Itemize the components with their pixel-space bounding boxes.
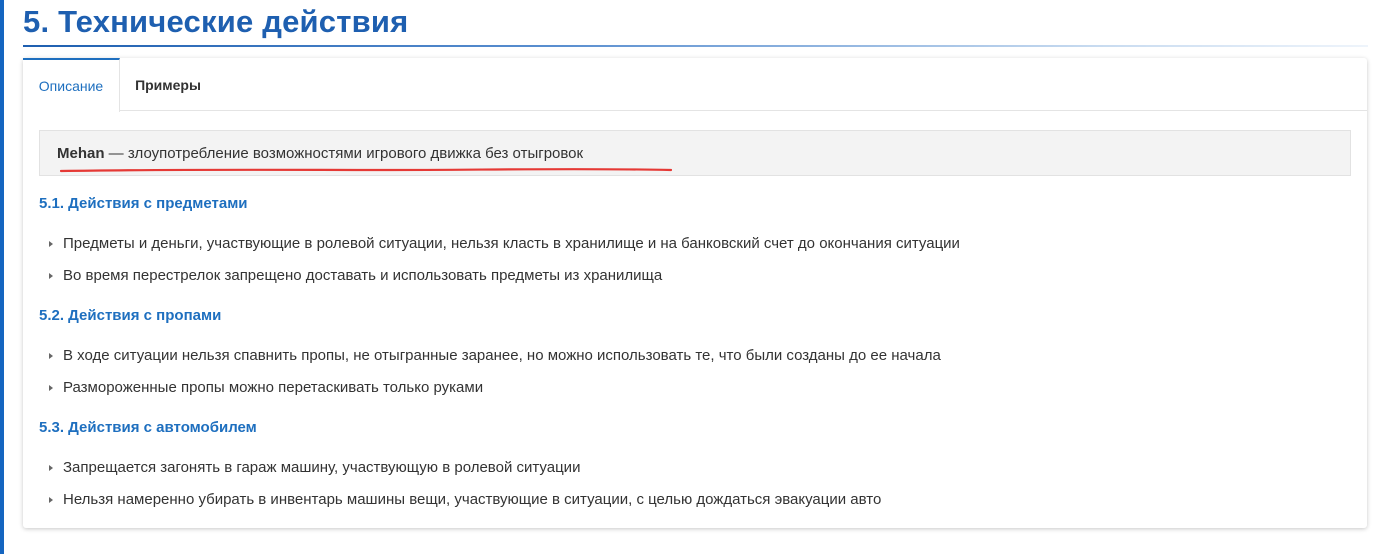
definition-text: Mehan — злоупотребление возможностями иг… bbox=[57, 145, 583, 162]
rule-item: Размороженные пропы можно перетаскивать … bbox=[49, 379, 483, 396]
bullet-arrow-icon bbox=[49, 272, 53, 279]
page-title: 5. Технические действия bbox=[23, 4, 409, 39]
rule-item-text: Запрещается загонять в гараж машину, уча… bbox=[63, 459, 581, 476]
rule-item-text: Во время перестрелок запрещено доставать… bbox=[63, 267, 663, 284]
title-underline bbox=[23, 45, 1368, 47]
section-heading-items: 5.1. Действия с предметами bbox=[39, 195, 248, 212]
tab-bar: Описание Примеры bbox=[23, 58, 1367, 112]
rule-item: Предметы и деньги, участвующие в ролевой… bbox=[49, 235, 960, 252]
rule-item: Нельзя намеренно убирать в инвентарь маш… bbox=[49, 491, 881, 508]
rules-card: Описание Примеры Mehan — злоупотребление… bbox=[23, 58, 1367, 528]
rule-item: Во время перестрелок запрещено доставать… bbox=[49, 267, 662, 284]
rule-item-text: Размороженные пропы можно перетаскивать … bbox=[63, 379, 484, 396]
rule-item-text: Нельзя намеренно убирать в инвентарь маш… bbox=[63, 491, 882, 508]
rule-item-text: В ходе ситуации нельзя спавнить пропы, н… bbox=[63, 347, 941, 364]
rule-item: В ходе ситуации нельзя спавнить пропы, н… bbox=[49, 347, 941, 364]
rule-item-text: Предметы и деньги, участвующие в ролевой… bbox=[63, 235, 960, 252]
definition-description: — злоупотребление возможностями игрового… bbox=[104, 145, 584, 162]
bullet-arrow-icon bbox=[49, 240, 53, 247]
tab-description[interactable]: Описание bbox=[23, 58, 120, 112]
definition-box: Mehan — злоупотребление возможностями иг… bbox=[39, 130, 1351, 176]
red-underline-annotation bbox=[60, 168, 672, 173]
bullet-arrow-icon bbox=[49, 384, 53, 391]
bullet-arrow-icon bbox=[49, 352, 53, 359]
bullet-arrow-icon bbox=[49, 496, 53, 503]
left-accent-bar bbox=[0, 0, 4, 554]
definition-term: Mehan bbox=[57, 145, 105, 162]
tab-examples[interactable]: Примеры bbox=[120, 58, 216, 111]
section-heading-props: 5.2. Действия с пропами bbox=[39, 307, 222, 324]
section-heading-vehicle: 5.3. Действия с автомобилем bbox=[39, 419, 257, 436]
rule-item: Запрещается загонять в гараж машину, уча… bbox=[49, 459, 580, 476]
bullet-arrow-icon bbox=[49, 464, 53, 471]
